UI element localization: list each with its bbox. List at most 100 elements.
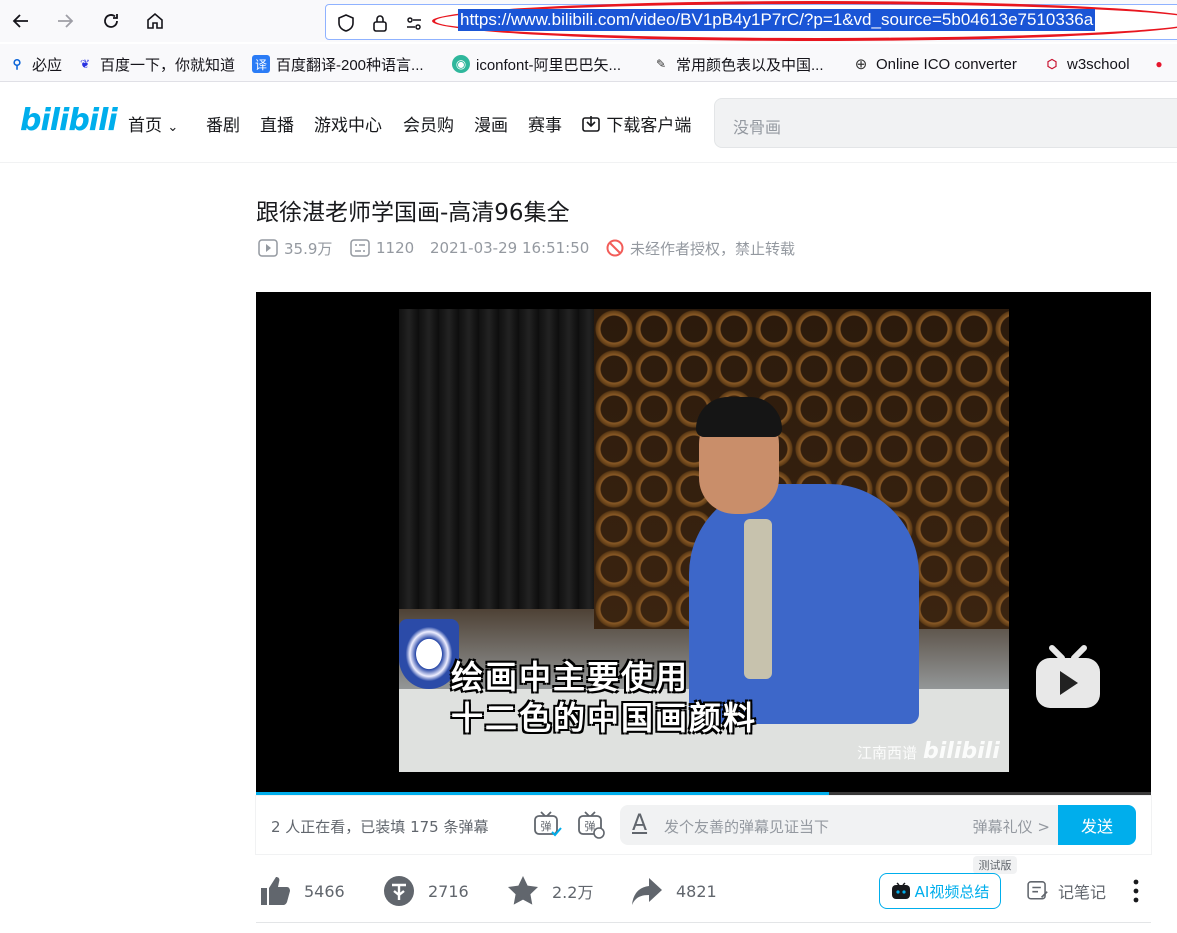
search-input[interactable]: 没骨画 <box>714 98 1177 148</box>
publish-date: 2021-03-29 16:51:50 <box>430 239 590 257</box>
bookmark-label: 百度一下，你就知道 <box>100 56 236 74</box>
baidu-paw-icon: ❦ <box>79 57 91 71</box>
video-title: 跟徐湛老师学国画-高清96集全 <box>256 200 570 226</box>
share-button[interactable]: 4821 <box>630 873 717 909</box>
weibo-icon: ● <box>1155 57 1163 71</box>
bookmark-item[interactable]: ❦ 百度一下，你就知道 <box>76 53 235 75</box>
more-options-button[interactable] <box>1128 873 1156 909</box>
watermark-logo: bilibili <box>923 739 1000 764</box>
video-player[interactable]: 绘画中主要使用 十二色的中国画颜料 江南西谱 bilibili <box>256 292 1151 792</box>
video-watermark: 江南西谱 bilibili <box>857 739 1000 764</box>
notes-button[interactable]: 记笔记 <box>1026 873 1106 909</box>
bookmark-label: Online ICO converter <box>876 55 1017 73</box>
subtitle-line-1: 绘画中主要使用 <box>451 658 690 696</box>
favorite-button[interactable]: 2.2万 <box>506 873 593 909</box>
watching-status: 2 人正在看，已装填 175 条弹幕 <box>271 818 489 836</box>
bookmark-item[interactable]: ⚲ 必应 <box>8 53 62 75</box>
nav-item-esports[interactable]: 赛事 <box>528 111 562 136</box>
site-header: bilibili 首页 ⌄ 番剧 直播 游戏中心 会员购 漫画 赛事 下载客户端… <box>0 83 1177 163</box>
send-danmaku-button[interactable]: 发送 <box>1058 805 1136 845</box>
download-icon <box>582 116 600 132</box>
forward-button[interactable] <box>50 6 80 36</box>
bookmark-item[interactable]: 译 百度翻译-200种语言... <box>252 53 424 75</box>
bookmark-label: 百度翻译-200种语言... <box>276 56 424 74</box>
coin-count: 2716 <box>428 881 469 901</box>
divider <box>256 922 1151 923</box>
share-arrow-icon <box>632 878 662 905</box>
back-button[interactable] <box>6 6 36 36</box>
curtain-background <box>399 309 599 609</box>
danmaku-etiquette-link[interactable]: 弹幕礼仪 > <box>973 816 1050 837</box>
bookmark-label: iconfont-阿里巴巴矢... <box>476 56 622 74</box>
watermark-text: 江南西谱 <box>857 744 918 762</box>
bookmark-item[interactable]: ⬡ w3school <box>1043 53 1130 75</box>
nav-item-game-center[interactable]: 游戏中心 <box>314 111 382 136</box>
permissions-icon[interactable] <box>404 13 424 33</box>
danmaku-bar: 2 人正在看，已装填 175 条弹幕 弹 弹 A 发个友善的弹幕见证当下 弹幕礼… <box>256 796 1151 854</box>
danmaku-placeholder: 发个友善的弹幕见证当下 <box>664 818 830 836</box>
bilibili-logo[interactable]: bilibili <box>20 103 118 138</box>
view-count: 35.9万 <box>258 238 332 258</box>
notes-label: 记笔记 <box>1058 883 1107 902</box>
nav-item-download[interactable]: 下载客户端 <box>581 111 691 136</box>
nav-label: 首页 <box>128 116 162 136</box>
ai-summary-button[interactable]: AI视频总结 <box>879 873 1001 909</box>
presenter-tie <box>744 519 772 679</box>
bookmark-label: w3school <box>1067 55 1130 73</box>
like-count: 5466 <box>304 881 345 901</box>
font-style-icon[interactable]: A <box>632 811 647 836</box>
danmaku-settings-icon[interactable]: 弹 <box>576 810 606 840</box>
globe-icon: ⊕ <box>854 56 868 73</box>
nav-item-home[interactable]: 首页 ⌄ <box>128 111 178 136</box>
danmaku-count: 1120 <box>350 238 414 258</box>
copyright-notice: 未经作者授权，禁止转载 <box>606 238 795 258</box>
bookmark-item[interactable]: ● <box>1150 53 1174 75</box>
site-icon: ✎ <box>655 57 667 71</box>
reload-icon <box>104 14 118 28</box>
play-icon[interactable] <box>1034 644 1102 710</box>
beta-badge: 测试版 <box>973 856 1017 874</box>
bookmark-item[interactable]: ◉ iconfont-阿里巴巴矢... <box>452 53 621 75</box>
play-count-icon <box>258 239 278 257</box>
bookmark-item[interactable]: ⊕ Online ICO converter <box>852 53 1017 75</box>
notes-icon <box>1027 881 1048 900</box>
nav-item-anime[interactable]: 番剧 <box>206 111 240 136</box>
svg-text:弹: 弹 <box>541 819 552 833</box>
danmaku-input[interactable]: A 发个友善的弹幕见证当下 弹幕礼仪 > <box>620 805 1060 845</box>
favorite-count: 2.2万 <box>552 883 594 902</box>
video-frame: 绘画中主要使用 十二色的中国画颜料 江南西谱 bilibili <box>399 309 1009 772</box>
reload-button[interactable] <box>96 6 126 36</box>
shield-icon[interactable] <box>336 13 356 33</box>
coin-button[interactable]: 2716 <box>382 873 469 909</box>
danmaku-count-value: 1120 <box>376 239 415 257</box>
search-placeholder: 没骨画 <box>733 118 782 137</box>
danmaku-toggle-icon[interactable]: 弹 <box>532 810 562 840</box>
ai-summary-label: AI视频总结 <box>914 882 990 901</box>
nav-item-shop[interactable]: 会员购 <box>403 111 454 136</box>
url-text[interactable]: https://www.bilibili.com/video/BV1pB4y1P… <box>458 9 1096 31</box>
lock-icon[interactable] <box>370 13 390 33</box>
nav-item-manga[interactable]: 漫画 <box>474 111 508 136</box>
chevron-down-icon: ⌄ <box>167 120 179 135</box>
presenter-hair <box>696 397 782 437</box>
bookmark-item[interactable]: ✎ 常用颜色表以及中国... <box>652 53 824 75</box>
arrow-right-icon <box>58 14 74 28</box>
w3school-icon: ⬡ <box>1046 57 1058 71</box>
translate-icon: 译 <box>252 55 270 73</box>
porcelain-bowl <box>399 619 459 689</box>
copyright-text: 未经作者授权，禁止转载 <box>630 239 796 258</box>
like-button[interactable]: 5466 <box>258 873 345 909</box>
share-count: 4821 <box>676 881 717 901</box>
star-icon <box>508 876 538 905</box>
bookmark-label: 常用颜色表以及中国... <box>676 56 824 74</box>
iconfont-icon: ◉ <box>452 55 470 73</box>
browser-toolbar: https://www.bilibili.com/video/BV1pB4y1P… <box>0 0 1177 42</box>
nav-item-live[interactable]: 直播 <box>260 111 294 136</box>
home-button[interactable] <box>140 6 170 36</box>
presenter-shirt <box>689 484 919 724</box>
search-icon: ⚲ <box>12 57 22 71</box>
nav-label: 下载客户端 <box>606 116 692 136</box>
arrow-left-icon <box>12 14 28 28</box>
home-icon <box>147 12 163 29</box>
subtitle-line-2: 十二色的中国画颜料 <box>451 699 758 737</box>
